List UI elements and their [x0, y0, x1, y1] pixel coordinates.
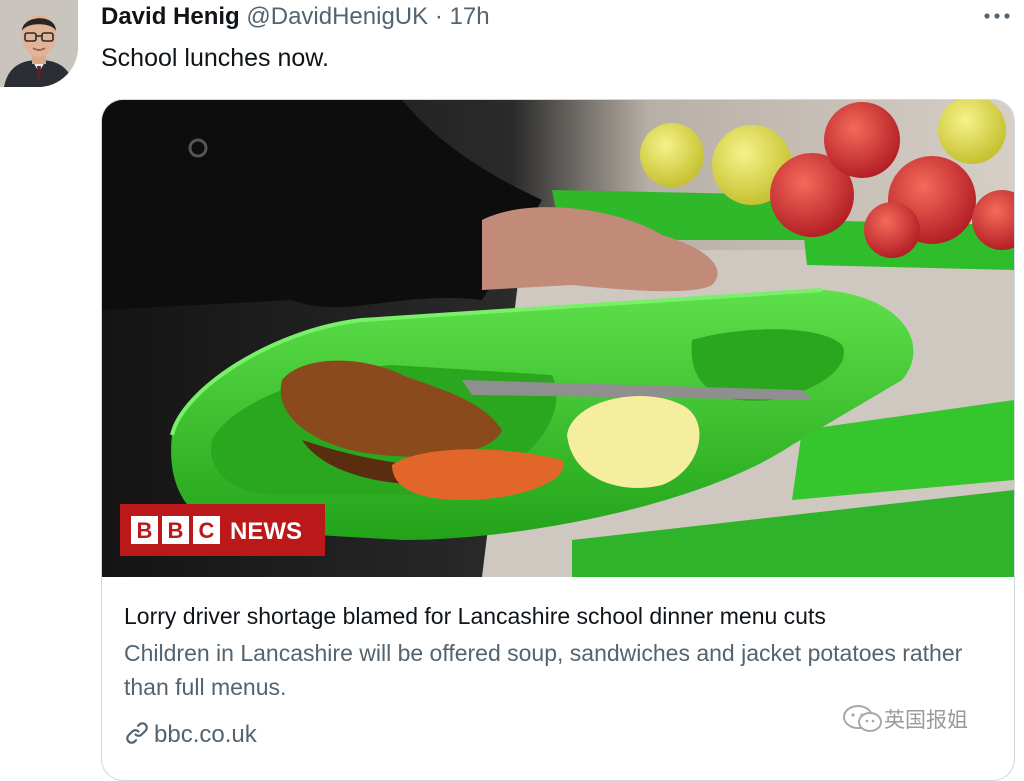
- link-icon: [126, 722, 148, 744]
- watermark: 英国报姐: [842, 704, 968, 734]
- card-title[interactable]: Lorry driver shortage blamed for Lancash…: [124, 600, 994, 632]
- watermark-text: 英国报姐: [884, 708, 968, 732]
- card-description: Children in Lancashire will be offered s…: [124, 640, 963, 700]
- tweet-time[interactable]: 17h: [450, 3, 490, 30]
- separator-dot: ·: [434, 3, 443, 30]
- tweet-header: David Henig @DavidHenigUK · 17h: [101, 2, 490, 32]
- svg-text:B: B: [168, 518, 184, 543]
- svg-text:B: B: [137, 518, 153, 543]
- more-button[interactable]: [982, 4, 1012, 28]
- bbc-news-logo: B B C NEWS: [120, 504, 325, 556]
- tweet-text: School lunches now.: [101, 44, 329, 72]
- avatar-photo: [0, 0, 78, 87]
- svg-text:NEWS: NEWS: [230, 518, 302, 545]
- avatar[interactable]: [0, 0, 78, 87]
- link-card[interactable]: B B C NEWS Lorry driver shortage blamed …: [101, 99, 1015, 781]
- author-name[interactable]: David Henig: [101, 3, 240, 30]
- author-handle[interactable]: @DavidHenigUK: [246, 3, 428, 30]
- card-text[interactable]: Lorry driver shortage blamed for Lancash…: [124, 600, 994, 704]
- more-horizontal-icon: [984, 13, 1010, 19]
- card-image[interactable]: B B C NEWS: [102, 100, 1014, 577]
- wechat-icon: [843, 705, 882, 732]
- card-domain-text: bbc.co.uk: [154, 721, 257, 748]
- svg-text:C: C: [199, 518, 215, 543]
- card-domain[interactable]: bbc.co.uk: [124, 720, 257, 750]
